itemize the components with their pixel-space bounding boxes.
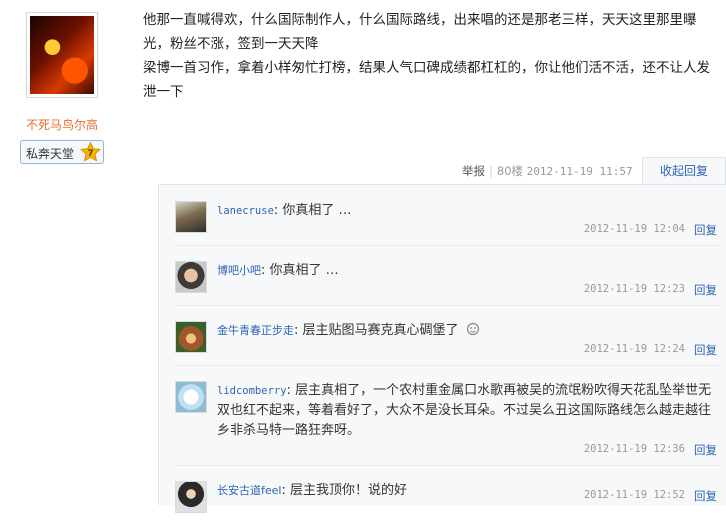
post-content: 他那一直喊得欢，什么国际制作人，什么国际路线，出来唱的还是那老三样，天天这里那里… bbox=[143, 8, 721, 104]
post-line-1: 他那一直喊得欢，什么国际制作人，什么国际路线，出来唱的还是那老三样，天天这里那里… bbox=[143, 12, 697, 52]
comment-reply-link[interactable]: 回复 bbox=[694, 282, 717, 298]
comment-body: 博吧小吧: 你真相了 … bbox=[217, 263, 339, 278]
comment-time: 2012-11-19 12:24 bbox=[583, 343, 685, 355]
comment-item: 长安古道feel: 层主我顶你！说的好 2012-11-19 12:52 回复 bbox=[175, 465, 719, 525]
comment-item: 博吧小吧: 你真相了 … 2012-11-19 12:23 回复 bbox=[175, 245, 719, 306]
post-meta: 举报 | 80楼 2012-11-19 11:57 bbox=[462, 160, 633, 182]
comment-body: lanecruse: 你真相了 … bbox=[217, 203, 352, 218]
comment-reply-link[interactable]: 回复 bbox=[694, 488, 717, 504]
comment-reply-link[interactable]: 回复 bbox=[694, 442, 717, 458]
comment-text: 你真相了 … bbox=[269, 263, 339, 278]
comment-text: 层主我顶你！说的好 bbox=[289, 483, 407, 498]
comment-body: lidcomberry: 层主真相了，一个农村重金属口水歌再被吴的流氓粉吹得天花… bbox=[217, 383, 712, 438]
author-username[interactable]: 不死马鸟尔高 bbox=[0, 116, 124, 133]
comment-time: 2012-11-19 12:04 bbox=[583, 223, 685, 235]
comment-time: 2012-11-19 12:36 bbox=[583, 443, 685, 455]
reply-box: lanecruse: 你真相了 … 2012-11-19 12:04 回复 博吧… bbox=[158, 184, 726, 513]
comment-reply-link[interactable]: 回复 bbox=[694, 342, 717, 358]
comment-username[interactable]: lidcomberry bbox=[217, 385, 287, 397]
comment-username[interactable]: 金牛青春正步走 bbox=[217, 324, 294, 337]
author-badge[interactable]: 私奔天堂 7 bbox=[20, 140, 104, 164]
comment-text: 层主贴图马赛克真心碉堡了 bbox=[302, 323, 459, 338]
emoticon-icon bbox=[466, 322, 479, 336]
badge-level-number: 7 bbox=[87, 149, 93, 159]
author-panel: 不死马鸟尔高 私奔天堂 7 bbox=[0, 0, 124, 505]
comment-avatar[interactable] bbox=[175, 261, 207, 293]
report-link[interactable]: 举报 bbox=[462, 164, 485, 178]
floor-number: 80楼 bbox=[496, 164, 524, 178]
comment-avatar[interactable] bbox=[175, 481, 207, 513]
comment-time: 2012-11-19 12:23 bbox=[583, 283, 685, 295]
collapse-reply-button[interactable]: 收起回复 bbox=[642, 157, 726, 185]
meta-separator: | bbox=[489, 164, 493, 178]
comment-reply-link[interactable]: 回复 bbox=[694, 222, 717, 238]
comment-username[interactable]: lanecruse bbox=[217, 205, 274, 217]
author-avatar[interactable] bbox=[26, 12, 98, 98]
level-star-icon: 7 bbox=[80, 142, 101, 162]
comment-avatar[interactable] bbox=[175, 201, 207, 233]
comment-time: 2012-11-19 12:52 bbox=[583, 489, 685, 501]
comment-text: 你真相了 … bbox=[282, 203, 352, 218]
comment-body: 金牛青春正步走: 层主贴图马赛克真心碉堡了 bbox=[217, 321, 717, 341]
comment-item: lidcomberry: 层主真相了，一个农村重金属口水歌再被吴的流氓粉吹得天花… bbox=[175, 365, 719, 466]
comment-item: lanecruse: 你真相了 … 2012-11-19 12:04 回复 bbox=[175, 185, 719, 246]
comment-item: 金牛青春正步走: 层主贴图马赛克真心碉堡了 2012-11-19 12:24 回… bbox=[175, 305, 719, 366]
comment-avatar[interactable] bbox=[175, 381, 207, 413]
badge-label: 私奔天堂 bbox=[26, 147, 75, 161]
post-line-2: 梁博一首习作，拿着小样匆忙打榜，结果人气口碑成绩都杠杠的，你让他们活不活，还不让… bbox=[143, 60, 710, 100]
comment-text: 层主真相了，一个农村重金属口水歌再被吴的流氓粉吹得天花乱坠举世无双也红不起来，等… bbox=[217, 383, 712, 438]
post-timestamp: 2012-11-19 11:57 bbox=[526, 165, 633, 178]
comment-username[interactable]: 博吧小吧 bbox=[217, 264, 261, 277]
comment-username[interactable]: 长安古道feel bbox=[217, 484, 281, 497]
comment-avatar[interactable] bbox=[175, 321, 207, 353]
